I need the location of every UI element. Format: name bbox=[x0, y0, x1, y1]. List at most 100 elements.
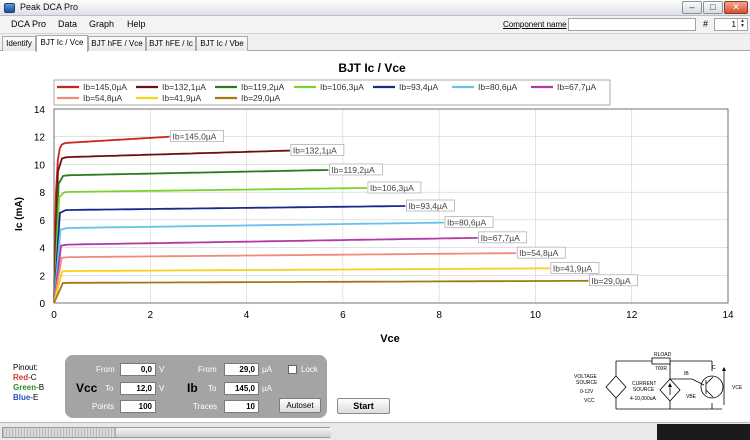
voltage-source-label-2: SOURCE bbox=[576, 380, 598, 386]
tab-bar: Identify BJT Ic / Vce BJT hFE / Vce BJT … bbox=[0, 34, 750, 52]
tab-identify[interactable]: Identify bbox=[2, 36, 36, 51]
vcc-to-unit: V bbox=[159, 384, 165, 393]
menu-bar: DCA Pro Data Graph Help Component name #… bbox=[0, 16, 750, 34]
ib-to-label: To bbox=[208, 384, 217, 393]
maximize-button[interactable]: □ bbox=[703, 1, 723, 14]
sweep-control-panel: From 0,0 V Vcc To 12,0 V Points 100 From… bbox=[65, 355, 327, 418]
status-panel bbox=[657, 424, 750, 440]
ib-label: Ib bbox=[187, 381, 198, 395]
lock-label: Lock bbox=[301, 365, 318, 374]
test-circuit-diagram: RLOAD 700R VOLTAGE SOURCE 0-12V VCC CURR… bbox=[574, 352, 743, 410]
legend-entry: Ib=80,6µA bbox=[478, 82, 517, 92]
component-number-value: 1 bbox=[731, 20, 736, 29]
vbe-circuit-label: VBE bbox=[686, 394, 697, 400]
legend-entry: Ib=119,2µA bbox=[241, 82, 285, 92]
tab-bjt-hfe-vce[interactable]: BJT hFE / Vce bbox=[88, 36, 146, 51]
pinout-title: Pinout: bbox=[13, 363, 38, 372]
y-tick-label: 14 bbox=[34, 105, 46, 116]
points-input[interactable]: 100 bbox=[120, 400, 156, 413]
spinner-arrows-icon[interactable]: ▲ ▼ bbox=[737, 19, 747, 30]
title-bar: Peak DCA Pro – □ ✕ bbox=[0, 0, 750, 16]
close-button[interactable]: ✕ bbox=[724, 1, 748, 14]
ib-from-unit: µA bbox=[262, 365, 272, 374]
x-tick-label: 14 bbox=[722, 310, 734, 321]
x-tick-label: 10 bbox=[530, 310, 542, 321]
menu-help[interactable]: Help bbox=[127, 19, 146, 29]
component-number-spinner[interactable]: 1 ▲ ▼ bbox=[714, 18, 748, 31]
scrollbar-thumb[interactable] bbox=[115, 428, 331, 437]
legend-entry: Ib=41,9µA bbox=[162, 93, 201, 103]
series-end-label: Ib=132,1µA bbox=[293, 146, 337, 156]
x-tick-label: 4 bbox=[244, 310, 250, 321]
pinout-green-b: Green-B bbox=[13, 383, 45, 392]
collector-label: C bbox=[712, 365, 716, 371]
x-tick-label: 12 bbox=[626, 310, 638, 321]
voltage-source-icon bbox=[605, 375, 627, 399]
chart-title: BJT Ic / Vce bbox=[338, 61, 406, 75]
vcc-from-label: From bbox=[96, 365, 115, 374]
chart-legend: Ib=145,0µA Ib=132,1µA Ib=119,2µA Ib=106,3µA… bbox=[53, 79, 611, 106]
x-tick-label: 6 bbox=[340, 310, 346, 321]
vcc-from-input[interactable]: 0,0 bbox=[120, 363, 156, 376]
y-tick-label: 10 bbox=[34, 160, 46, 171]
start-button[interactable]: Start bbox=[337, 398, 390, 414]
pinout-red-c: Red-C bbox=[13, 373, 37, 382]
ib-to-unit: µA bbox=[262, 384, 272, 393]
tab-bjt-hfe-ic[interactable]: BJT hFE / Ic bbox=[146, 36, 196, 51]
minimize-button[interactable]: – bbox=[682, 1, 702, 14]
series-end-label: Ib=67,7µA bbox=[481, 233, 520, 243]
chart-panel: BJT Ic / Vce Ib=145,0µA Ib=132,1µA Ib=119,… bbox=[0, 52, 750, 349]
x-tick-label: 2 bbox=[148, 310, 154, 321]
ib-from-input[interactable]: 29,0 bbox=[224, 363, 259, 376]
series-end-label: Ib=145,0µA bbox=[173, 132, 217, 142]
status-bar bbox=[0, 422, 750, 440]
ib-from-label: From bbox=[198, 365, 217, 374]
autoset-button[interactable]: Autoset bbox=[279, 398, 321, 413]
points-label: Points bbox=[92, 402, 115, 411]
number-label: # bbox=[703, 19, 709, 29]
vcc-circuit-label: VCC bbox=[584, 398, 595, 404]
window-title: Peak DCA Pro bbox=[20, 2, 79, 12]
ib-to-input[interactable]: 145,0 bbox=[224, 382, 259, 395]
legend-entry: Ib=67,7µA bbox=[557, 82, 596, 92]
x-axis-label: Vce bbox=[380, 333, 400, 345]
component-name-label[interactable]: Component name bbox=[503, 20, 567, 29]
menu-dca-pro[interactable]: DCA Pro bbox=[11, 19, 46, 29]
series-line bbox=[53, 221, 445, 304]
component-name-input[interactable] bbox=[568, 18, 696, 31]
series-end-label: Ib=29,0µA bbox=[591, 276, 630, 286]
legend-entry: Ib=145,0µA bbox=[83, 82, 127, 92]
series-end-label: Ib=119,2µA bbox=[331, 165, 375, 175]
traces-label: Traces bbox=[193, 402, 218, 411]
lock-checkbox[interactable] bbox=[288, 365, 297, 374]
vcc-to-input[interactable]: 12,0 bbox=[120, 382, 156, 395]
rload-label: RLOAD bbox=[654, 352, 672, 358]
horizontal-scrollbar[interactable] bbox=[2, 427, 331, 438]
pinout-blue-e: Blue-E bbox=[13, 393, 39, 402]
y-tick-label: 8 bbox=[39, 188, 45, 199]
y-tick-label: 12 bbox=[34, 133, 46, 144]
ib-circuit-label: IB bbox=[684, 371, 689, 377]
menu-graph[interactable]: Graph bbox=[89, 19, 114, 29]
current-range-label: 4-10,000uA bbox=[630, 396, 657, 402]
y-tick-label: 6 bbox=[39, 216, 45, 227]
y-tick-label: 4 bbox=[39, 244, 45, 255]
x-tick-label: 8 bbox=[436, 310, 442, 321]
legend-entry: Ib=29,0µA bbox=[241, 93, 280, 103]
series-end-label: Ib=41,9µA bbox=[553, 263, 592, 273]
pinout-legend: Pinout: Red-C Green-B Blue-E bbox=[13, 363, 44, 403]
series-line bbox=[53, 252, 517, 304]
chart-series: Ib=145,0µA Ib=132,1µA Ib=119,2µA Ib=106,3µA… bbox=[53, 130, 638, 304]
tab-bjt-ic-vbe[interactable]: BJT Ic / Vbe bbox=[196, 36, 248, 51]
tab-bjt-ic-vce[interactable]: BJT Ic / Vce bbox=[36, 35, 88, 52]
series-line bbox=[53, 187, 367, 304]
traces-input[interactable]: 10 bbox=[224, 400, 259, 413]
y-axis-label: Ic (mA) bbox=[14, 197, 25, 231]
series-end-label: Ib=80,6µA bbox=[447, 218, 486, 228]
app-icon bbox=[4, 3, 15, 13]
menu-data[interactable]: Data bbox=[58, 19, 77, 29]
series-end-label: Ib=54,8µA bbox=[519, 248, 558, 258]
vcc-from-unit: V bbox=[159, 365, 165, 374]
rload-resistor-icon bbox=[651, 357, 671, 365]
bottom-panel: Pinout: Red-C Green-B Blue-E From 0,0 V … bbox=[0, 349, 750, 422]
